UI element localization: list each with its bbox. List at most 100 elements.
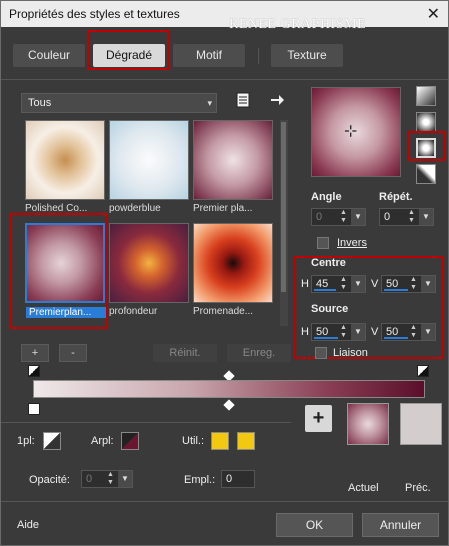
link-label: Liaison bbox=[333, 347, 368, 359]
repeat-label: Répét. bbox=[379, 191, 413, 203]
background-mode-icon[interactable] bbox=[121, 432, 139, 450]
highlight-frame bbox=[88, 30, 170, 70]
watermark-text: RENEE GRAPHISME bbox=[229, 17, 367, 32]
tab-texture[interactable]: Texture bbox=[271, 44, 343, 67]
notepad-icon[interactable] bbox=[235, 92, 251, 108]
invert-label: Invers bbox=[337, 237, 367, 249]
current-style-swatch[interactable] bbox=[347, 403, 389, 445]
color-stop-left[interactable] bbox=[28, 403, 40, 415]
centre-v-label: V bbox=[371, 278, 379, 290]
sunburst-style-icon[interactable] bbox=[416, 164, 436, 184]
gradient-thumb[interactable]: powderblue bbox=[109, 120, 189, 214]
invert-checkbox[interactable] bbox=[317, 237, 329, 249]
linear-style-icon[interactable] bbox=[416, 86, 436, 106]
opacity-field[interactable]: 0 ▲ ▼ ▼ bbox=[81, 470, 133, 488]
arrow-right-icon[interactable] bbox=[269, 92, 285, 108]
empl-label: Empl.: bbox=[184, 474, 216, 486]
gradient-bar[interactable] bbox=[33, 380, 425, 398]
styles-textures-dialog: Propriétés des styles et textures RENEE … bbox=[0, 0, 449, 546]
spin-arrows-icon[interactable]: ▲ ▼ bbox=[340, 324, 349, 340]
help-link[interactable]: Aide bbox=[17, 519, 39, 531]
source-v-field[interactable]: 50 ▲ ▼ ▼ bbox=[381, 323, 436, 341]
spin-arrows-icon[interactable]: ▲ ▼ bbox=[410, 276, 419, 292]
separator bbox=[1, 79, 448, 80]
category-select-value: Tous bbox=[28, 97, 52, 109]
chevron-down-icon: ▾ bbox=[207, 98, 212, 108]
gradient-stop-top-right[interactable] bbox=[417, 365, 429, 377]
current-label: Actuel bbox=[348, 482, 379, 494]
tab-couleur[interactable]: Couleur bbox=[13, 44, 85, 67]
add-style-button[interactable]: + bbox=[305, 405, 332, 432]
repeat-field[interactable]: 0 ▲ ▼ ▼ bbox=[379, 208, 434, 226]
opacity-label: Opacité: bbox=[29, 474, 70, 486]
util-swatch-1[interactable] bbox=[211, 432, 229, 450]
source-h-field[interactable]: 50 ▲ ▼ ▼ bbox=[311, 323, 366, 341]
centre-h-label: H bbox=[301, 278, 309, 290]
crosshair-icon: ⊹ bbox=[344, 123, 358, 140]
previous-label: Préc. bbox=[405, 482, 431, 494]
empl-value: 0 bbox=[226, 473, 233, 485]
spin-arrows-icon[interactable]: ▲ ▼ bbox=[408, 209, 417, 225]
foreground-mode-icon[interactable] bbox=[43, 432, 61, 450]
midpoint-marker-bottom[interactable] bbox=[223, 399, 235, 411]
angle-field[interactable]: 0 ▲ ▼ ▼ bbox=[311, 208, 366, 226]
remove-gradient-button[interactable]: - bbox=[59, 344, 87, 362]
category-select[interactable]: Tous ▾ bbox=[21, 93, 217, 113]
gallery-scrollbar[interactable] bbox=[280, 120, 288, 326]
cancel-button[interactable]: Annuler bbox=[362, 513, 439, 537]
util-swatch-2[interactable] bbox=[237, 432, 255, 450]
scrollbar-thumb[interactable] bbox=[281, 122, 286, 292]
centre-h-field[interactable]: 45 ▲ ▼ ▼ bbox=[311, 275, 366, 293]
angle-label: Angle bbox=[311, 191, 342, 203]
tab-divider bbox=[258, 48, 259, 64]
value-indicator bbox=[384, 337, 408, 339]
separator bbox=[1, 501, 448, 502]
link-checkbox[interactable] bbox=[315, 347, 327, 359]
close-icon[interactable]: ✕ bbox=[427, 4, 440, 24]
chevron-down-icon[interactable]: ▼ bbox=[421, 324, 435, 340]
chevron-down-icon[interactable]: ▼ bbox=[351, 324, 365, 340]
centre-v-field[interactable]: 50 ▲ ▼ ▼ bbox=[381, 275, 436, 293]
repeat-value: 0 bbox=[384, 211, 391, 223]
previous-style-swatch[interactable] bbox=[400, 403, 442, 445]
background-plane-label: Arpl: bbox=[91, 435, 114, 447]
gradient-thumb[interactable]: Premier pla... bbox=[193, 120, 273, 214]
empl-field[interactable]: 0 bbox=[221, 470, 255, 488]
util-label: Util.: bbox=[182, 435, 204, 447]
thumb-label: profondeur bbox=[109, 306, 158, 317]
value-indicator bbox=[314, 337, 338, 339]
spin-arrows-icon[interactable]: ▲ ▼ bbox=[410, 324, 419, 340]
spin-arrows-icon[interactable]: ▲ ▼ bbox=[107, 471, 116, 487]
rectangular-style-icon[interactable] bbox=[416, 112, 436, 132]
plane-1-label: 1pl: bbox=[17, 435, 35, 447]
gradient-thumb[interactable]: Polished Co... bbox=[25, 120, 105, 214]
angle-value: 0 bbox=[316, 211, 323, 223]
chevron-down-icon[interactable]: ▼ bbox=[118, 471, 132, 487]
save-button[interactable]: Enreg. bbox=[227, 344, 291, 362]
gradient-thumb[interactable]: Promenade... bbox=[193, 223, 273, 317]
title-bar[interactable]: Propriétés des styles et textures RENEE … bbox=[1, 1, 448, 32]
chevron-down-icon[interactable]: ▼ bbox=[351, 209, 365, 225]
value-indicator bbox=[314, 289, 336, 291]
gradient-stop-top-left[interactable] bbox=[28, 365, 40, 377]
value-indicator bbox=[384, 289, 408, 291]
chevron-down-icon[interactable]: ▼ bbox=[421, 276, 435, 292]
centre-label: Centre bbox=[311, 257, 346, 269]
tab-bar: Couleur Dégradé Motif Texture bbox=[1, 30, 448, 78]
source-v-label: V bbox=[371, 326, 379, 338]
thumb-label: Promenade... bbox=[193, 306, 254, 317]
reset-button[interactable]: Réinit. bbox=[153, 344, 217, 362]
ok-button[interactable]: OK bbox=[276, 513, 353, 537]
source-h-label: H bbox=[301, 326, 309, 338]
thumb-label: powderblue bbox=[109, 203, 161, 214]
chevron-down-icon[interactable]: ▼ bbox=[419, 209, 433, 225]
thumb-label: Premier pla... bbox=[193, 203, 253, 214]
highlight-frame bbox=[407, 131, 445, 161]
chevron-down-icon[interactable]: ▼ bbox=[351, 276, 365, 292]
add-gradient-button[interactable]: + bbox=[21, 344, 49, 362]
spin-arrows-icon[interactable]: ▲ ▼ bbox=[340, 276, 349, 292]
gradient-preview[interactable]: ⊹ bbox=[311, 87, 401, 177]
gradient-thumb[interactable]: profondeur bbox=[109, 223, 189, 317]
spin-arrows-icon[interactable]: ▲ ▼ bbox=[340, 209, 349, 225]
tab-motif[interactable]: Motif bbox=[173, 44, 245, 67]
